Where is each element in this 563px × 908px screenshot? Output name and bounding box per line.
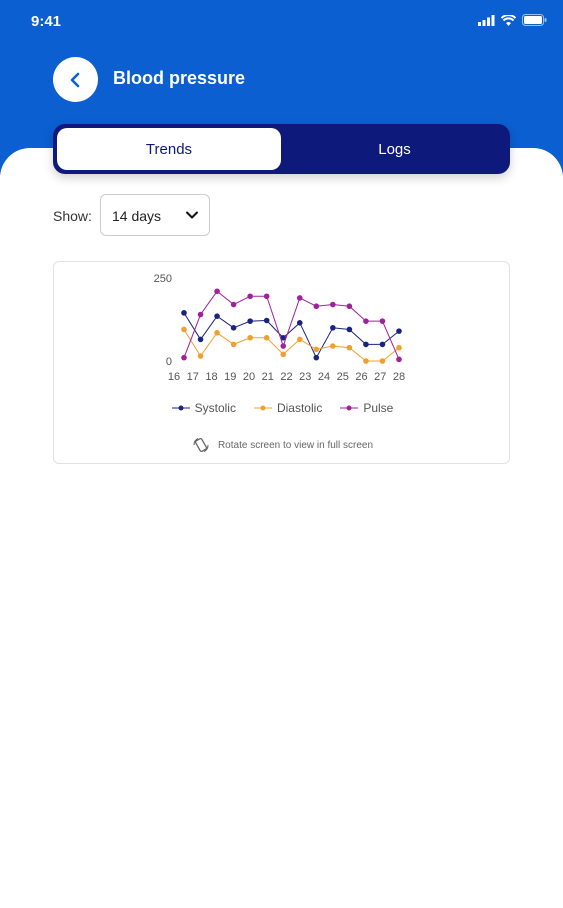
- diastolic-point: [247, 334, 253, 341]
- diastolic-point: [330, 343, 336, 349]
- segmented-tabs: Trends Logs: [53, 124, 510, 174]
- x-tick-label: 17: [187, 371, 199, 383]
- systolic-point: [197, 336, 204, 343]
- x-tick-label: 20: [243, 371, 255, 383]
- legend-item-systolic: Systolic: [171, 401, 236, 415]
- pulse-point: [363, 318, 369, 324]
- x-tick-label: 18: [205, 371, 217, 383]
- page-title: Blood pressure: [113, 68, 246, 88]
- pulse-line: [183, 290, 400, 360]
- pulse-point: [330, 301, 336, 308]
- range-select-value: 14 days: [112, 208, 162, 224]
- tab-logs[interactable]: Logs: [283, 128, 506, 170]
- systolic-point: [313, 354, 320, 361]
- diastolic-point: [181, 326, 187, 333]
- x-tick-label: 19: [224, 371, 236, 383]
- diastolic-point: [296, 336, 303, 343]
- x-tick-label: 16: [168, 371, 180, 383]
- x-tick-label: 23: [299, 371, 311, 383]
- pulse-point: [280, 343, 287, 349]
- x-tick-label: 24: [318, 371, 330, 383]
- pulse-point: [197, 311, 204, 318]
- diastolic-point: [396, 344, 402, 351]
- show-label: Show:: [53, 208, 92, 224]
- signal-icon: [478, 14, 495, 26]
- pulse-point: [396, 356, 402, 363]
- back-button[interactable]: [53, 57, 98, 102]
- legend-label-pulse: Pulse: [363, 401, 394, 415]
- pulse-point: [379, 318, 386, 324]
- x-tick-label: 28: [393, 371, 405, 383]
- systolic-point: [296, 320, 303, 326]
- systolic-point: [263, 317, 270, 324]
- diastolic-point: [214, 329, 220, 336]
- legend-marker-diastolic: [253, 405, 272, 411]
- pulse-point: [263, 293, 270, 300]
- pulse-point: [214, 288, 220, 295]
- pulse-point: [313, 303, 320, 310]
- pulse-point: [296, 295, 303, 301]
- status-bar: 9:41: [0, 0, 563, 40]
- blood-pressure-chart: 250 0 16 17 18 19 20 21 22 23 24 25 26 27 28: [154, 273, 405, 383]
- diastolic-point: [313, 346, 320, 353]
- wifi-icon: [501, 14, 516, 26]
- diastolic-point: [280, 351, 287, 358]
- x-tick-label: 26: [355, 371, 367, 383]
- systolic-point: [214, 313, 220, 319]
- systolic-point: [379, 341, 386, 348]
- range-select[interactable]: 14 days: [100, 194, 210, 236]
- legend-marker-pulse: [340, 405, 359, 411]
- pulse-point: [181, 354, 187, 361]
- chevron-left-icon: [70, 72, 79, 87]
- diastolic-point: [346, 344, 353, 351]
- diastolic-point: [230, 341, 237, 348]
- x-tick-label: 21: [262, 371, 274, 383]
- x-tick-label: 25: [337, 371, 349, 383]
- chart-legend: Systolic Diastolic Pulse: [54, 401, 511, 415]
- legend-item-diastolic: Diastolic: [253, 401, 323, 415]
- diastolic-point: [263, 334, 270, 341]
- pulse-point: [346, 303, 353, 310]
- systolic-point: [330, 325, 336, 331]
- systolic-point: [363, 341, 369, 348]
- rotate-note-text: Rotate screen to view in full screen: [217, 439, 374, 451]
- legend-label-diastolic: Diastolic: [276, 401, 323, 415]
- diastolic-point: [197, 353, 204, 359]
- y-tick-label: 0: [166, 356, 172, 368]
- legend-marker-systolic: [171, 405, 190, 411]
- legend-label-systolic: Systolic: [194, 401, 236, 415]
- tab-trends[interactable]: Trends: [57, 128, 281, 170]
- rotate-note: Rotate screen to view in full screen: [54, 436, 511, 454]
- systolic-point: [181, 310, 187, 316]
- systolic-point: [247, 318, 253, 324]
- pulse-point: [230, 301, 237, 308]
- chevron-down-icon: [186, 211, 198, 219]
- chart-card: 250 0 16 17 18 19 20 21 22 23 24 25 26 27 28 Systolic …: [53, 261, 510, 464]
- diastolic-point: [379, 358, 386, 364]
- y-tick-label: 250: [154, 273, 172, 285]
- status-time: 9:41: [31, 13, 62, 30]
- rotate-screen-icon: [193, 437, 209, 453]
- status-icons: [478, 14, 547, 26]
- legend-item-pulse: Pulse: [340, 401, 393, 415]
- pulse-point: [247, 293, 253, 300]
- battery-icon: [522, 14, 547, 26]
- systolic-point: [230, 325, 237, 331]
- x-tick-label: 27: [374, 371, 386, 383]
- systolic-point: [346, 326, 353, 333]
- x-tick-label: 22: [280, 371, 292, 383]
- systolic-point: [396, 328, 402, 334]
- diastolic-point: [363, 358, 369, 364]
